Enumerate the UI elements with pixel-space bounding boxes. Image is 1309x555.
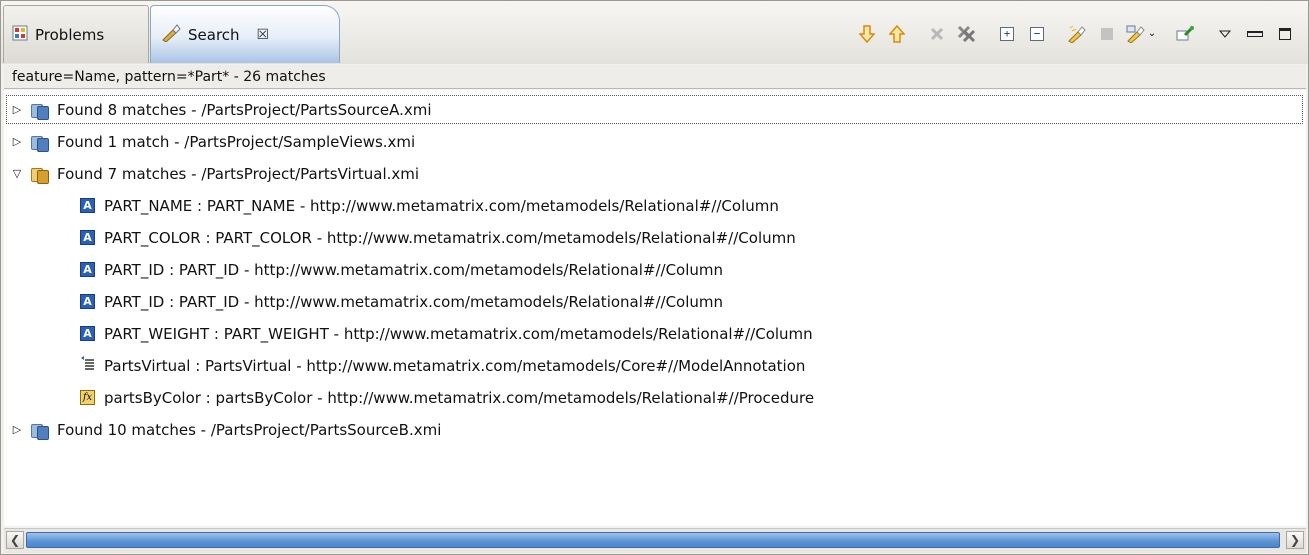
expand-arrow-icon[interactable]: ▷ [10,103,24,117]
result-match-row[interactable]: A PART_COLOR : PART_COLOR - http://www.m… [80,222,796,253]
tab-label: Problems [35,25,105,44]
procedure-icon: fx [80,390,95,405]
result-match-row[interactable]: A PART_NAME : PART_NAME - http://www.met… [80,190,779,221]
expand-arrow-icon[interactable]: ▷ [10,135,24,149]
result-match-label: PartsVirtual : PartsVirtual - http://www… [104,356,806,375]
annotation-icon [80,356,95,375]
result-group-row[interactable]: ▷ Found 1 match - /PartsProject/SampleVi… [10,126,415,157]
model-blue-icon [30,101,49,120]
expand-all-icon[interactable]: + [992,20,1022,48]
minimize-icon[interactable] [1240,20,1270,48]
search-results-tree[interactable]: ▷ Found 8 matches - /PartsProject/PartsS… [4,90,1306,526]
problems-icon [12,25,28,45]
remove-selected-icon[interactable] [922,20,952,48]
result-match-row[interactable]: fx partsByColor : partsByColor - http://… [80,382,814,413]
collapse-arrow-icon[interactable]: ▽ [10,167,24,181]
column-icon: A [80,262,95,277]
result-match-label: PART_NAME : PART_NAME - http://www.metam… [104,196,779,215]
result-group-label: Found 1 match - /PartsProject/SampleView… [57,132,416,151]
result-group-label: Found 8 matches - /PartsProject/PartsSou… [57,100,432,119]
run-search-icon[interactable] [1062,20,1092,48]
column-icon: A [80,198,95,213]
column-icon: A [80,230,95,245]
view-header: Problems Search ☒ + − ⌄ [1,1,1308,64]
pin-view-icon[interactable] [1170,20,1200,48]
result-match-label: PART_WEIGHT : PART_WEIGHT - http://www.m… [104,324,813,343]
model-blue-icon [30,133,49,152]
expand-arrow-icon[interactable]: ▷ [10,423,24,437]
view-toolbar: + − ⌄ [852,19,1300,49]
model-blue-icon [30,421,49,440]
search-history-icon[interactable]: ⌄ [1122,20,1160,48]
result-match-label: PART_ID : PART_ID - http://www.metamatri… [104,292,724,311]
result-group-label: Found 10 matches - /PartsProject/PartsSo… [57,420,442,439]
result-match-row[interactable]: A PART_ID : PART_ID - http://www.metamat… [80,286,723,317]
model-gold-icon [30,165,49,184]
result-group-row[interactable]: ▷ Found 8 matches - /PartsProject/PartsS… [5,94,1304,125]
view-menu-icon[interactable] [1210,20,1240,48]
result-match-label: PART_COLOR : PART_COLOR - http://www.met… [104,228,796,247]
tab-problems[interactable]: Problems [3,5,149,63]
close-tab-icon[interactable]: ☒ [257,27,270,43]
remove-all-icon[interactable] [952,20,982,48]
tab-label: Search [188,25,240,44]
maximize-icon[interactable] [1270,20,1300,48]
result-match-label: PART_ID : PART_ID - http://www.metamatri… [104,260,724,279]
horizontal-scrollbar[interactable]: ❮ ❯ [4,528,1306,553]
column-icon: A [80,294,95,309]
search-flashlight-icon [161,23,181,46]
result-match-label: partsByColor : partsByColor - http://www… [104,388,815,407]
search-summary: feature=Name, pattern=*Part* - 26 matche… [4,65,1306,89]
result-group-row[interactable]: ▷ Found 10 matches - /PartsProject/Parts… [10,414,441,445]
result-group-label: Found 7 matches - /PartsProject/PartsVir… [57,164,420,183]
search-view: Problems Search ☒ + − ⌄ feature=Name, pa… [0,0,1309,555]
scrollbar-thumb[interactable] [26,532,1280,548]
result-match-row[interactable]: PartsVirtual : PartsVirtual - http://www… [80,350,805,381]
result-group-row[interactable]: ▽ Found 7 matches - /PartsProject/PartsV… [10,158,419,189]
column-icon: A [80,326,95,341]
tab-search[interactable]: Search ☒ [150,5,340,63]
collapse-all-icon[interactable]: − [1022,20,1052,48]
next-match-icon[interactable] [852,20,882,48]
result-match-row[interactable]: A PART_WEIGHT : PART_WEIGHT - http://www… [80,318,813,349]
result-match-row[interactable]: A PART_ID : PART_ID - http://www.metamat… [80,254,723,285]
scroll-left-icon[interactable]: ❮ [6,531,24,549]
previous-match-icon[interactable] [882,20,912,48]
cancel-search-icon[interactable] [1092,20,1122,48]
scroll-right-icon[interactable]: ❯ [1286,531,1304,549]
